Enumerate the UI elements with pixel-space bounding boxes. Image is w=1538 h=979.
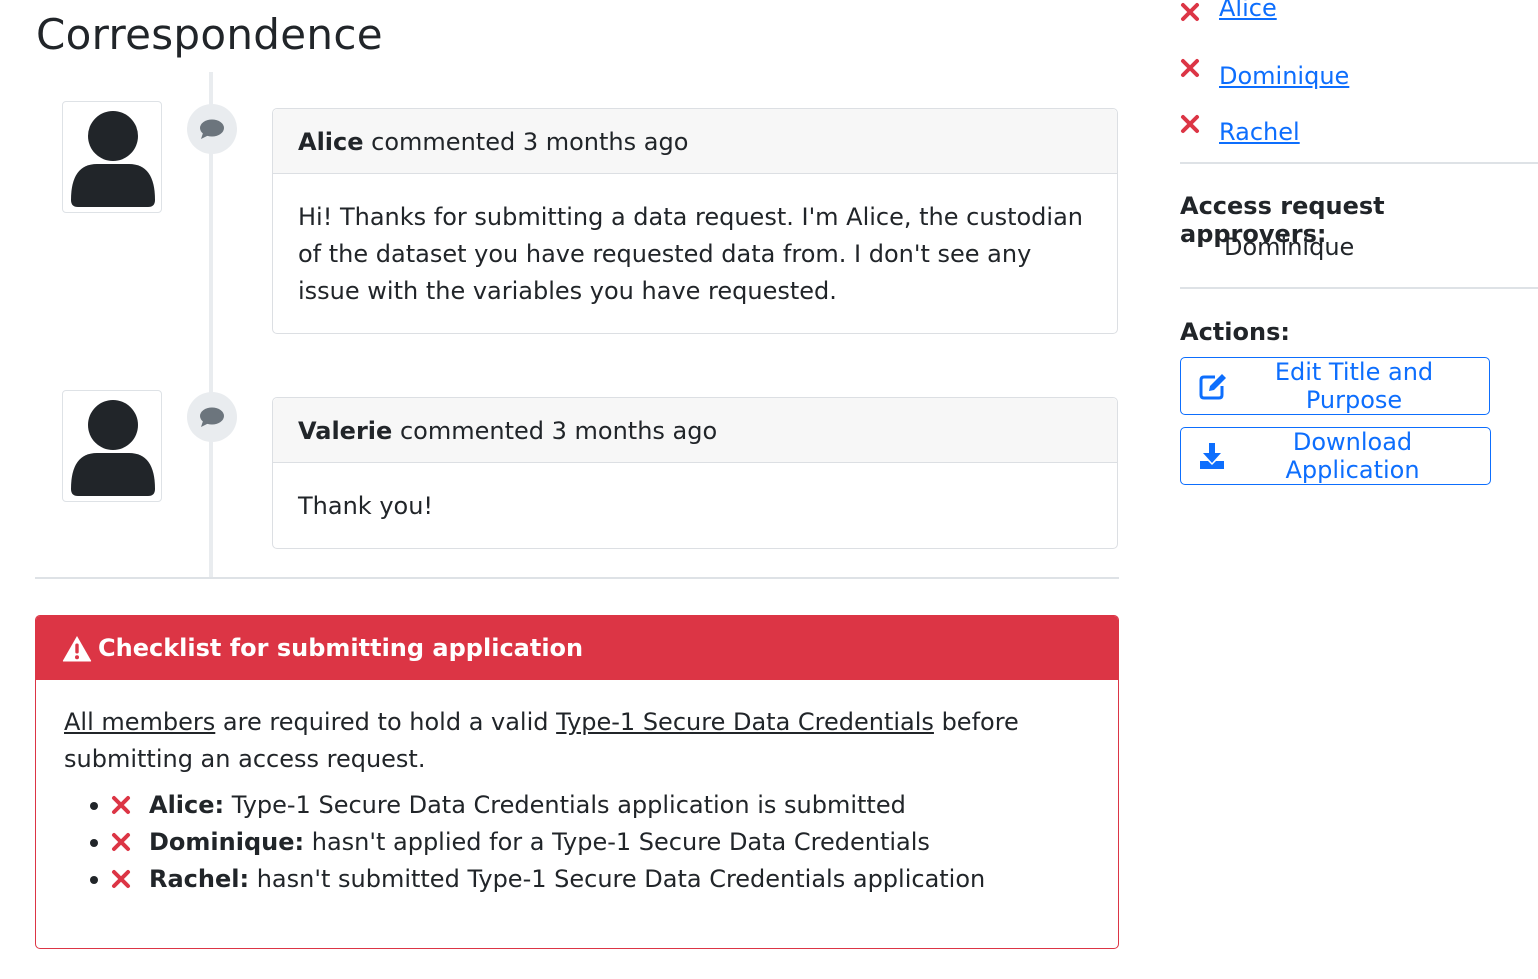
x-icon: [1181, 59, 1199, 77]
section-divider: [35, 577, 1119, 579]
member-name: Dominique:: [149, 828, 305, 856]
edit-icon: [1199, 374, 1226, 400]
comment-author: Valerie: [298, 417, 393, 445]
user-icon: [71, 400, 155, 496]
member-link-dominique[interactable]: Dominique: [1219, 62, 1349, 90]
x-icon: [112, 796, 130, 814]
avatar: [62, 390, 162, 502]
checklist-header: Checklist for submitting application: [36, 616, 1118, 680]
user-icon: [71, 111, 155, 207]
sidebar-divider: [1180, 162, 1538, 164]
x-icon: [1181, 3, 1199, 21]
list-item: Alice: Type-1 Secure Data Credentials ap…: [84, 787, 1090, 824]
x-icon: [112, 833, 130, 851]
checklist-body: All members are required to hold a valid…: [36, 680, 1118, 898]
member-status: hasn't applied for a Type-1 Secure Data …: [304, 828, 930, 856]
member-name: Rachel:: [149, 865, 250, 893]
comment-card: Valerie commented 3 months ago Thank you…: [272, 397, 1118, 549]
edit-title-purpose-button[interactable]: Edit Title and Purpose: [1180, 357, 1490, 415]
member-item-dominique: Dominique: [1180, 56, 1520, 90]
download-application-button[interactable]: Download Application: [1180, 427, 1491, 485]
x-icon: [112, 870, 130, 888]
member-status: hasn't submitted Type-1 Secure Data Cred…: [249, 865, 986, 893]
x-icon: [1181, 115, 1199, 133]
sidebar-divider: [1180, 287, 1538, 289]
download-button-label: Download Application: [1285, 428, 1420, 484]
checklist-intro: All members are required to hold a valid…: [64, 704, 1090, 778]
edit-button-label: Edit Title and Purpose: [1274, 358, 1434, 414]
actions-heading: Actions:: [1180, 318, 1290, 346]
list-item: Rachel: hasn't submitted Type-1 Secure D…: [84, 861, 1090, 898]
page-title: Correspondence: [36, 10, 383, 59]
member-link-rachel[interactable]: Rachel: [1219, 118, 1300, 146]
comment-header: Alice commented 3 months ago: [273, 109, 1117, 174]
member-item-alice: Alice: [1180, 0, 1520, 32]
member-link-alice[interactable]: Alice: [1219, 0, 1277, 22]
approver-name: Dominique: [1224, 233, 1355, 261]
download-icon: [1200, 443, 1224, 469]
comment-meta: commented 3 months ago: [399, 417, 718, 445]
checklist-title: Checklist for submitting application: [98, 634, 584, 662]
comment-header: Valerie commented 3 months ago: [273, 398, 1117, 463]
checklist-alert: Checklist for submitting application All…: [35, 615, 1119, 949]
avatar: [62, 101, 162, 213]
comment-body: Hi! Thanks for submitting a data request…: [298, 203, 1083, 305]
warning-icon: [62, 635, 92, 661]
credentials-status-list: Alice: Type-1 Secure Data Credentials ap…: [64, 787, 1090, 898]
comment-bubble: [187, 392, 237, 442]
comment-icon: [200, 119, 224, 139]
list-item: Dominique: hasn't applied for a Type-1 S…: [84, 824, 1090, 861]
comment-card: Alice commented 3 months ago Hi! Thanks …: [272, 108, 1118, 334]
comment-bubble: [187, 104, 237, 154]
comment-author: Alice: [298, 128, 364, 156]
intro-text: are required to hold a valid: [215, 708, 557, 736]
member-name: Alice:: [149, 791, 225, 819]
comment-icon: [200, 407, 224, 427]
comment-meta: commented 3 months ago: [371, 128, 689, 156]
member-item-rachel: Rachel: [1180, 112, 1520, 146]
credentials-link[interactable]: Type-1 Secure Data Credentials: [556, 708, 934, 736]
all-members-link[interactable]: All members: [64, 708, 215, 736]
comment-body: Thank you!: [298, 492, 434, 520]
member-status: Type-1 Secure Data Credentials applicati…: [224, 791, 906, 819]
